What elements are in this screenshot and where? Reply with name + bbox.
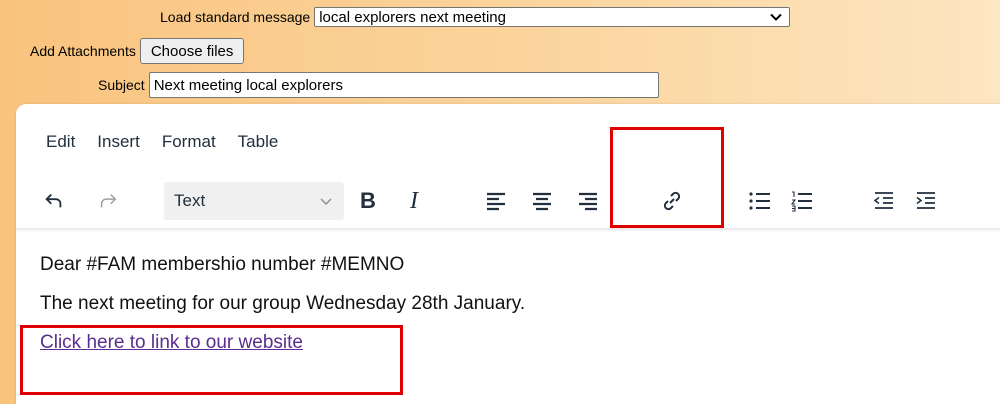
menu-edit[interactable]: Edit — [46, 132, 75, 152]
content-line-greeting: Dear #FAM membershio number #MEMNO — [40, 254, 405, 275]
chevron-down-icon — [320, 198, 332, 206]
subject-label: Subject — [98, 77, 145, 93]
undo-icon — [45, 193, 62, 208]
indent-icon — [916, 192, 935, 209]
align-center-icon — [533, 192, 551, 211]
editor-menubar: Edit Insert Format Table — [46, 132, 300, 152]
subject-row: Subject — [98, 72, 659, 98]
menu-table[interactable]: Table — [238, 132, 279, 152]
bold-button[interactable]: B — [352, 178, 384, 224]
italic-button[interactable]: I — [398, 178, 430, 224]
chevron-down-icon — [770, 13, 782, 21]
load-message-select[interactable]: local explorers next meeting — [314, 7, 791, 27]
numbered-list-icon — [790, 191, 812, 212]
numbered-list-button[interactable] — [786, 178, 818, 224]
align-center-button[interactable] — [526, 178, 558, 224]
editor-toolbar: Text B I — [16, 178, 1000, 224]
align-left-icon — [487, 192, 505, 211]
italic-icon: I — [410, 187, 418, 214]
redo-button[interactable] — [92, 178, 124, 224]
redo-icon — [100, 194, 117, 208]
align-right-icon — [579, 192, 597, 211]
attachments-row: Add Attachments Choose files — [30, 38, 245, 64]
subject-input[interactable] — [148, 72, 659, 98]
bullet-list-button[interactable] — [744, 178, 776, 224]
content-line-meeting: The next meeting for our group Wednesday… — [40, 293, 526, 314]
undo-button[interactable] — [38, 178, 70, 224]
load-message-row: Load standard message local explorers ne… — [160, 6, 791, 28]
choose-files-button[interactable]: Choose files — [139, 38, 245, 64]
bold-icon: B — [360, 188, 376, 213]
menu-format[interactable]: Format — [162, 132, 216, 152]
align-right-button[interactable] — [572, 178, 604, 224]
load-message-value: local explorers next meeting — [319, 8, 506, 26]
block-format-select[interactable]: Text — [164, 182, 344, 220]
bullet-list-icon — [749, 192, 770, 210]
attachments-label: Add Attachments — [30, 43, 136, 59]
outdent-button[interactable] — [868, 178, 900, 224]
align-left-button[interactable] — [480, 178, 512, 224]
block-format-value: Text — [174, 191, 206, 210]
menu-insert[interactable]: Insert — [97, 132, 140, 152]
indent-button[interactable] — [910, 178, 942, 224]
load-message-label: Load standard message — [160, 9, 311, 25]
outdent-icon — [873, 192, 893, 209]
toolbar-divider — [16, 228, 1000, 232]
link-text-highlight — [20, 325, 403, 395]
link-button-highlight — [610, 127, 724, 228]
